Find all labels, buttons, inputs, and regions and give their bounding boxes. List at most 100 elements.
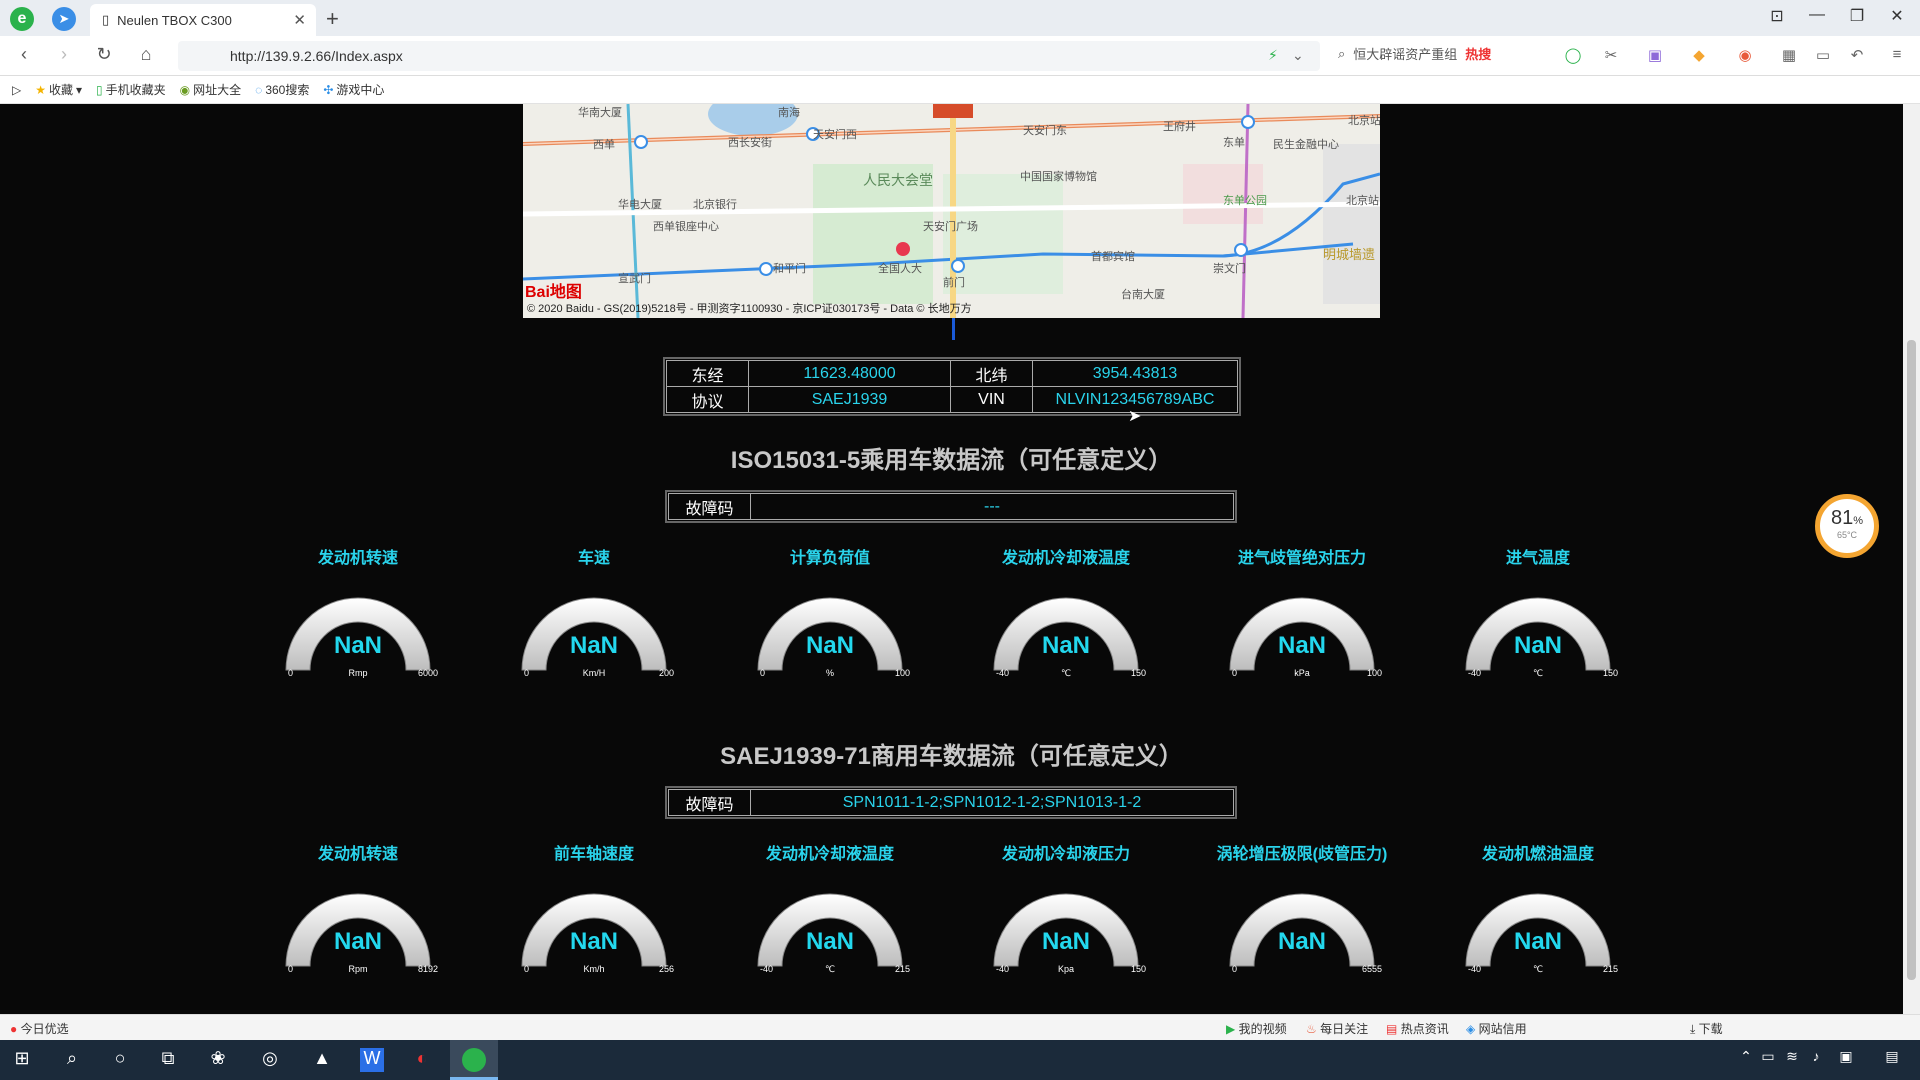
bookmark-favorites[interactable]: ★ 收藏 ▾	[35, 81, 82, 98]
gauge-title: 计算负荷值	[789, 550, 870, 567]
bookmarks-bar: ▷ ★ 收藏 ▾ ▯ 手机收藏夹 ◉ 网址大全 ◌ 360搜索 ✣ 游戏中心	[0, 76, 1920, 104]
forward-icon[interactable]: ›	[52, 44, 76, 65]
status-download[interactable]: ⤓ 下载	[1690, 1020, 1723, 1037]
gauge-max: 150	[1130, 668, 1146, 678]
media-icon[interactable]: ◐	[410, 1048, 434, 1072]
new-tab-button[interactable]: +	[326, 6, 339, 32]
lon-value: 11623.48000	[748, 360, 951, 387]
lightning-icon[interactable]: ⚡	[1268, 47, 1278, 64]
restore-button[interactable]: ❐	[1842, 6, 1872, 26]
status-news[interactable]: ▤ 热点资讯	[1386, 1020, 1449, 1037]
page-icon: ▯	[102, 12, 110, 27]
today-picks[interactable]: ● 今日优选	[10, 1020, 69, 1037]
cortana-icon[interactable]: ○	[108, 1048, 132, 1072]
gauge-unit: Rmp	[348, 668, 368, 678]
battery-icon[interactable]: ▭	[1812, 46, 1834, 66]
map-label: 天安门西	[813, 129, 857, 141]
map-label: 东单	[1223, 137, 1245, 149]
task-view-icon[interactable]: ⧉	[156, 1048, 180, 1072]
map-label: 东单公园	[1223, 195, 1267, 207]
translate-icon[interactable]: ▣	[1644, 46, 1666, 66]
browser-logo-icon[interactable]: e	[10, 7, 34, 31]
game-app-icon[interactable]: ▲	[310, 1048, 334, 1072]
wps-icon[interactable]: W	[360, 1048, 384, 1072]
search-box[interactable]: ⌕ 恒大辟谣资产重组 热搜	[1338, 44, 1491, 63]
section-title-saej: SAEJ1939-71商用车数据流（可任意定义）	[720, 743, 1183, 770]
gauge-dial	[993, 893, 1139, 967]
battery-tray-icon[interactable]: ▭	[1756, 1048, 1780, 1072]
home-icon[interactable]: ⌂	[134, 44, 158, 65]
gauge-value: NaN	[1513, 632, 1562, 659]
scrollbar-thumb[interactable]	[1907, 340, 1916, 980]
browser-taskbar-icon[interactable]	[450, 1040, 498, 1080]
gauge-min: -40	[1468, 964, 1482, 974]
status-my-videos[interactable]: ▶ 我的视频	[1226, 1020, 1287, 1037]
volume-icon[interactable]: ♪	[1804, 1048, 1828, 1072]
gauge: 发动机转速 NaN 0 Rpm 8192	[258, 840, 458, 1000]
gauge: 车速 NaN 0 Km/H 200	[494, 544, 694, 704]
gauge-unit: ℃	[1060, 668, 1072, 678]
gauge-title: 进气温度	[1505, 550, 1570, 567]
gauge-max: 100	[1366, 668, 1382, 678]
gauge-dial	[521, 597, 667, 671]
search-icon[interactable]: ⌕	[60, 1048, 84, 1072]
address-bar[interactable]: http://139.9.2.66/Index.aspx ⚡ ⌄	[178, 41, 1320, 71]
fault-label: 故障码	[668, 493, 751, 520]
bookmark-sites[interactable]: ◉ 网址大全	[180, 81, 242, 98]
gauge-title: 车速	[577, 550, 610, 567]
baidu-map[interactable]: 华南大厦 南海 西单 西长安街 天安门西 天安门东 王府井 东单 北京站 民生金…	[523, 104, 1380, 318]
minimize-button[interactable]: —	[1802, 6, 1832, 24]
windows-start-icon[interactable]: ⊞	[10, 1048, 34, 1072]
close-tab-icon[interactable]: ✕	[293, 11, 306, 29]
scissors-icon[interactable]: ✂	[1600, 46, 1622, 66]
gauge-unit: %	[825, 668, 834, 678]
close-window-button[interactable]: ✕	[1882, 6, 1912, 26]
reload-icon[interactable]: ↻	[92, 44, 116, 65]
wifi-icon[interactable]: ≋	[1780, 1048, 1804, 1072]
back-icon[interactable]: ‹	[12, 44, 36, 65]
hot-search-label[interactable]: 热搜	[1465, 44, 1491, 63]
map-label: 华电大厦	[618, 199, 662, 211]
bookmark-360[interactable]: ◌ 360搜索	[255, 81, 309, 98]
gauge-min: -40	[760, 964, 774, 974]
undo-icon[interactable]: ↶	[1846, 46, 1868, 66]
status-daily[interactable]: ♨ 每日关注	[1306, 1020, 1368, 1037]
table-row: 协议 SAEJ1939 VIN NLVIN123456789ABC	[666, 386, 1238, 413]
fault-label: 故障码	[668, 789, 751, 816]
gauge-min: 0	[1232, 668, 1238, 678]
menu-icon[interactable]: ≡	[1886, 46, 1908, 66]
map-label: 王府井	[1163, 121, 1196, 133]
gauge-title: 进气歧管绝对压力	[1237, 550, 1366, 567]
vehicle-info-table: 东经 11623.48000 北纬 3954.43813 协议 SAEJ1939…	[663, 357, 1241, 416]
gauge-unit: kPa	[1294, 668, 1310, 678]
app-icon[interactable]: ❀	[206, 1048, 230, 1072]
gauge-value: NaN	[333, 632, 382, 659]
tab-active[interactable]: ▯ Neulen TBOX C300 ✕	[90, 4, 316, 36]
green-circle-icon[interactable]: ◯	[1562, 46, 1584, 66]
gauge: 发动机冷却液压力 NaN -40 Kpa 150	[966, 840, 1166, 1000]
baidu-map-logo: Bai地图	[525, 284, 582, 301]
chevron-down-icon[interactable]: ⌄	[1292, 47, 1304, 64]
navigate-icon[interactable]: ➤	[52, 7, 76, 31]
map-label: 西单银座中心	[653, 221, 719, 233]
gauge-dial	[1465, 597, 1611, 671]
bookmark-mobile[interactable]: ▯ 手机收藏夹	[96, 81, 166, 98]
tray-chevron-icon[interactable]: ⌃	[1734, 1048, 1758, 1072]
notification-icon[interactable]: ▤	[1880, 1048, 1904, 1072]
shield-icon[interactable]: ◆	[1688, 46, 1710, 66]
battery-badge[interactable]: 81% 65°C	[1815, 494, 1879, 558]
bookmark-games[interactable]: ✣ 游戏中心	[323, 81, 384, 98]
apps-grid-icon[interactable]: ▦	[1778, 46, 1800, 66]
sogou-icon[interactable]: ◎	[258, 1048, 282, 1072]
map-label: 北京站	[1346, 195, 1379, 207]
map-label: 天安门广场	[923, 221, 978, 233]
gauge-unit: ℃	[1532, 668, 1544, 678]
status-credit[interactable]: ◈ 网站信用	[1466, 1020, 1527, 1037]
skin-icon[interactable]: ⊡	[1762, 6, 1792, 26]
game-icon[interactable]: ◉	[1734, 46, 1756, 66]
gauge: 发动机冷却液温度 NaN -40 ℃ 150	[966, 544, 1166, 704]
map-label: 天安门东	[1023, 125, 1067, 137]
gauge-dial	[1229, 893, 1375, 967]
ime-icon[interactable]: ▣	[1834, 1048, 1858, 1072]
sidebar-toggle-icon[interactable]: ▷	[12, 83, 21, 97]
